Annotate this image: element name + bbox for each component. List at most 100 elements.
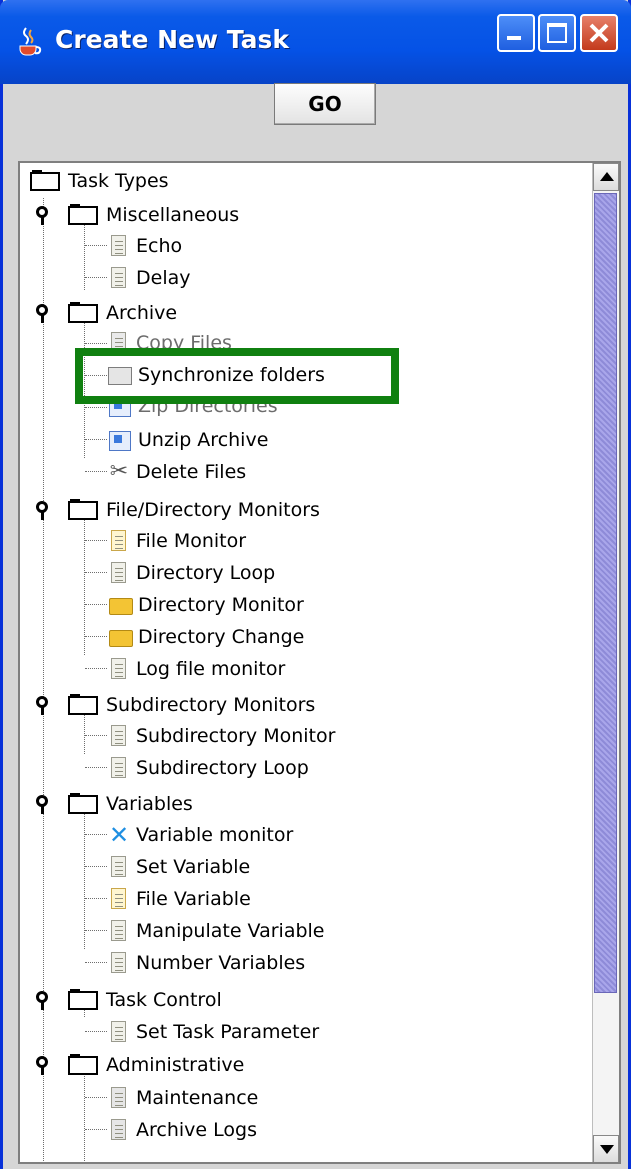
expand-handle-icon[interactable] — [36, 206, 50, 225]
java-coffee-icon — [19, 27, 42, 56]
tree-node-root[interactable]: Task Types — [30, 166, 169, 196]
scroll-down-button[interactable] — [593, 1135, 619, 1162]
tree-item-variable-monitor[interactable]: ✕ Variable monitor — [108, 820, 293, 850]
tree-item-set-variable[interactable]: Set Variable — [108, 852, 250, 882]
scissors-icon: ✂ — [109, 459, 129, 484]
tree-item-label: Unzip Archive — [138, 429, 269, 451]
document-icon — [108, 657, 130, 681]
tree-item-label: Delete Files — [136, 461, 247, 483]
tree-line — [43, 198, 44, 1162]
document-icon — [108, 234, 130, 258]
tree-item-label: Directory Loop — [136, 562, 276, 584]
tree-node-label: Variables — [106, 793, 193, 815]
x-icon: ✕ — [108, 821, 130, 849]
task-type-tree-panel: Task Types Miscellaneous Echo Delay Arch… — [18, 161, 621, 1164]
tree-group-administrative[interactable]: Administrative — [68, 1050, 244, 1080]
minimize-button[interactable] — [497, 14, 535, 52]
tree-item-directory-change[interactable]: Directory Change — [108, 622, 304, 652]
expand-handle-icon[interactable] — [36, 991, 50, 1010]
folder-icon — [68, 989, 100, 1011]
folder-icon — [68, 1054, 100, 1076]
tree-item-delay[interactable]: Delay — [108, 263, 191, 293]
tree-item-maintenance[interactable]: Maintenance — [108, 1083, 258, 1113]
expand-handle-icon[interactable] — [36, 795, 50, 814]
title-bar[interactable]: Create New Task — [0, 0, 631, 84]
tree-item-label: Directory Change — [138, 626, 305, 648]
tree-group-archive[interactable]: Archive — [68, 298, 177, 328]
expand-handle-icon[interactable] — [36, 696, 50, 715]
scroll-up-button[interactable] — [593, 163, 619, 191]
tree-group-miscellaneous[interactable]: Miscellaneous — [68, 200, 239, 230]
tree-item-number-variables[interactable]: Number Variables — [108, 948, 305, 978]
tree-node-label: Subdirectory Monitors — [106, 694, 316, 716]
tree-item-unzip-archive[interactable]: Unzip Archive — [108, 425, 268, 455]
window-body: GO Task Types Miscellaneous Echo Delay A… — [3, 83, 628, 1169]
tree-node-label: Archive — [106, 302, 178, 324]
expand-handle-icon[interactable] — [36, 501, 50, 520]
close-icon — [589, 23, 609, 43]
expand-handle-icon[interactable] — [36, 304, 50, 323]
tree-node-label: File/Directory Monitors — [106, 499, 320, 521]
tree-item-label: Echo — [136, 235, 183, 257]
maximize-button[interactable] — [538, 14, 576, 52]
folder-open-icon — [108, 627, 133, 647]
document-icon — [108, 1020, 130, 1044]
tree-group-subdirectory-monitors[interactable]: Subdirectory Monitors — [68, 690, 315, 720]
tree-item-label: Subdirectory Monitor — [136, 725, 336, 747]
folder-icon — [68, 694, 100, 716]
tree-item-set-task-parameter[interactable]: Set Task Parameter — [108, 1017, 319, 1047]
folder-icon — [68, 499, 100, 521]
window-title: Create New Task — [55, 25, 289, 54]
tree-item-label: Log file monitor — [136, 658, 286, 680]
tree-item-file-variable[interactable]: File Variable — [108, 884, 251, 914]
tree-item-label: Directory Monitor — [138, 594, 304, 616]
tree-item-manipulate-variable[interactable]: Manipulate Variable — [108, 916, 325, 946]
tree-group-file-directory-monitors[interactable]: File/Directory Monitors — [68, 495, 320, 525]
go-button[interactable]: GO — [274, 83, 376, 125]
document-icon — [108, 561, 130, 585]
pencil-icon — [108, 887, 130, 911]
close-button[interactable] — [580, 14, 618, 52]
arrow-up-icon — [600, 172, 614, 181]
tree-item-label: Set Variable — [136, 856, 251, 878]
archive-logs-icon — [108, 1118, 130, 1142]
scroll-thumb[interactable] — [594, 193, 617, 993]
tree-item-log-file-monitor[interactable]: Log file monitor — [108, 654, 285, 684]
arrow-down-icon — [600, 1145, 614, 1154]
document-icon — [108, 266, 130, 290]
tree-item-archive-logs[interactable]: Archive Logs — [108, 1115, 257, 1145]
tree-item-subdirectory-monitor[interactable]: Subdirectory Monitor — [108, 721, 335, 751]
folder-icon — [68, 302, 100, 324]
tree-item-delete-files[interactable]: ✂ Delete Files — [108, 457, 246, 487]
expand-handle-icon[interactable] — [36, 1056, 50, 1075]
tree-line — [84, 807, 85, 949]
document-icon — [108, 756, 130, 780]
tree-group-task-control[interactable]: Task Control — [68, 985, 222, 1015]
vertical-scrollbar[interactable] — [592, 163, 619, 1162]
tree-line — [84, 1068, 85, 1162]
tree-item-directory-monitor[interactable]: Directory Monitor — [108, 590, 304, 620]
document-icon — [108, 724, 130, 748]
tree-item-directory-loop[interactable]: Directory Loop — [108, 558, 275, 588]
tree-item-label: Variable monitor — [136, 824, 294, 846]
folder-open-icon — [108, 595, 133, 615]
maintenance-icon — [108, 1086, 130, 1110]
folder-icon — [68, 204, 100, 226]
tree-item-echo[interactable]: Echo — [108, 231, 182, 261]
tree-item-label: Set Task Parameter — [136, 1021, 320, 1043]
task-type-tree[interactable]: Task Types Miscellaneous Echo Delay Arch… — [20, 163, 595, 1162]
minimize-icon — [507, 36, 521, 40]
tree-item-file-monitor[interactable]: File Monitor — [108, 526, 246, 556]
tree-node-label: Miscellaneous — [106, 204, 240, 226]
tree-item-subdirectory-loop[interactable]: Subdirectory Loop — [108, 753, 309, 783]
folder-icon — [30, 170, 62, 192]
folder-icon — [68, 793, 100, 815]
unzip-icon — [108, 429, 132, 451]
tree-node-label: Task Control — [106, 989, 222, 1011]
tree-item-label: Subdirectory Loop — [136, 757, 309, 779]
tree-item-label: File Variable — [136, 888, 251, 910]
highlight-box — [75, 348, 399, 404]
tree-group-variables[interactable]: Variables — [68, 789, 193, 819]
tree-node-label: Task Types — [68, 170, 169, 192]
tree-item-label: Manipulate Variable — [136, 920, 325, 942]
